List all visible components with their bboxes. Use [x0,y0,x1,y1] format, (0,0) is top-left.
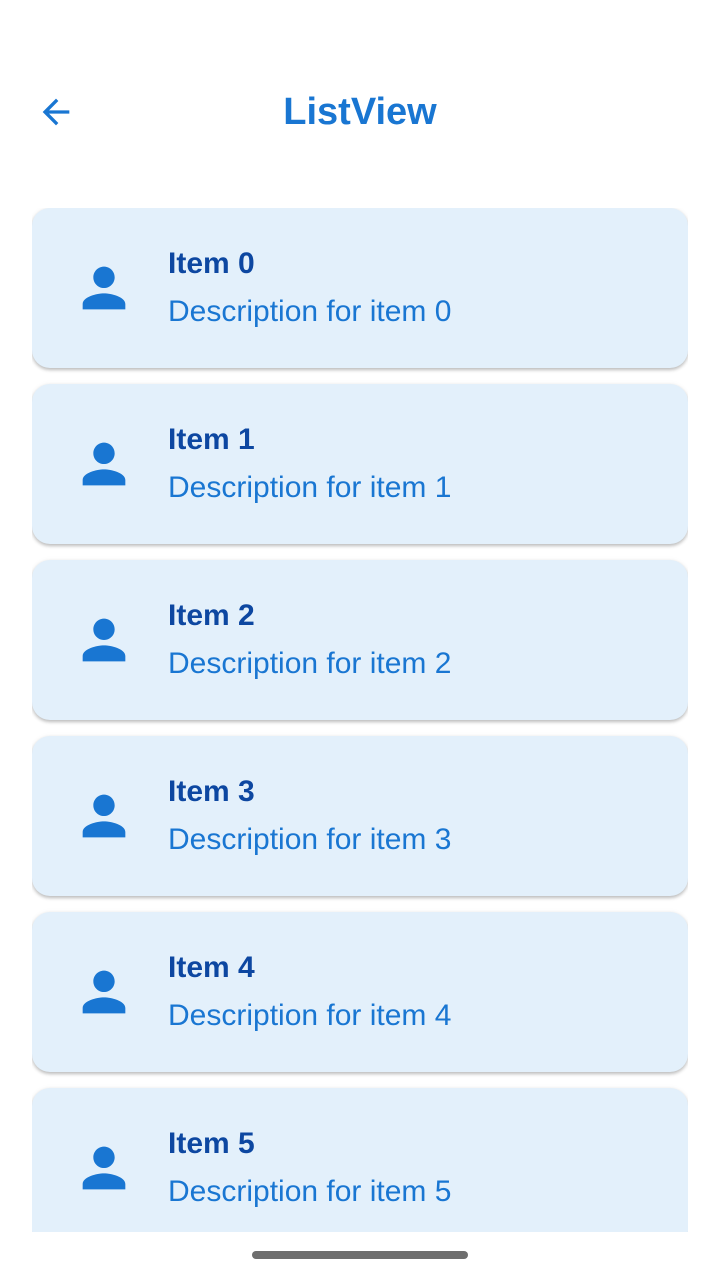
list-item-description: Description for item 2 [168,647,452,680]
list-item[interactable]: Item 4 Description for item 4 [32,912,688,1072]
list-item-description: Description for item 1 [168,471,452,504]
list-item-title: Item 2 [168,599,255,632]
person-icon [72,256,136,320]
list-item-title: Item 1 [168,423,255,456]
list-item-description: Description for item 0 [168,295,452,328]
list-item[interactable]: Item 0 Description for item 0 [32,208,688,368]
list-item[interactable]: Item 2 Description for item 2 [32,560,688,720]
app-bar: ListView [0,56,720,168]
list-item-title: Item 5 [168,1127,255,1160]
home-indicator[interactable] [252,1251,468,1259]
list-item[interactable]: Item 5 Description for item 5 [32,1088,688,1232]
person-icon [72,1136,136,1200]
page-title: ListView [283,91,437,133]
list-item-title: Item 4 [168,951,255,984]
list-item-description: Description for item 5 [168,1175,452,1208]
person-icon [72,608,136,672]
person-icon [72,432,136,496]
list-item[interactable]: Item 1 Description for item 1 [32,384,688,544]
item-list[interactable]: Item 0 Description for item 0 Item 1 Des… [32,208,688,1232]
list-item-description: Description for item 4 [168,999,452,1032]
list-item-title: Item 3 [168,775,255,808]
person-icon [72,784,136,848]
list-item-title: Item 0 [168,247,255,280]
list-item-description: Description for item 3 [168,823,452,856]
list-item[interactable]: Item 3 Description for item 3 [32,736,688,896]
person-icon [72,960,136,1024]
